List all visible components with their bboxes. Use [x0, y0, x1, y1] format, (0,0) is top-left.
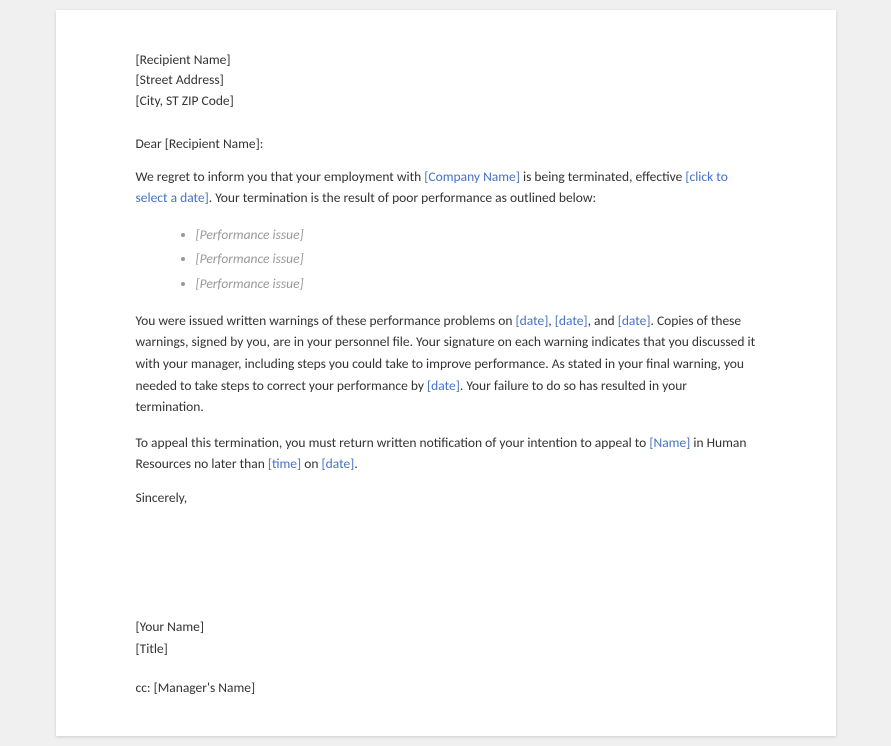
- company-name-link[interactable]: [Company Name]: [424, 168, 520, 185]
- performance-issues-list: [Performance issue] [Performance issue] …: [196, 223, 756, 296]
- warning-date1-link[interactable]: [date]: [516, 312, 549, 329]
- cc-manager-name: [Manager's Name]: [154, 679, 256, 696]
- para1-between: is being terminated, effective: [520, 168, 685, 185]
- warning-date3-link[interactable]: [date]: [618, 312, 651, 329]
- para1-before-company: We regret to inform you that your employ…: [136, 168, 425, 185]
- paragraph-appeal: To appeal this termination, you must ret…: [136, 432, 756, 475]
- paragraph-warnings: You were issued written warnings of thes…: [136, 310, 756, 418]
- signer-name: [Your Name]: [136, 616, 756, 638]
- para2-and: , and: [588, 312, 618, 329]
- city-state-zip-line: [City, ST ZIP Code]: [136, 91, 756, 111]
- salutation: Dear [Recipient Name]:: [136, 135, 756, 152]
- recipient-name-line: [Recipient Name]: [136, 50, 756, 70]
- warning-date2-link[interactable]: [date]: [555, 312, 588, 329]
- list-item: [Performance issue]: [196, 272, 756, 296]
- address-block: [Recipient Name] [Street Address] [City,…: [136, 50, 756, 111]
- para3-on: on: [301, 455, 321, 472]
- para3-end: .: [354, 455, 357, 472]
- appeal-time-link[interactable]: [time]: [268, 455, 301, 472]
- signature-block: [Your Name] [Title]: [136, 616, 756, 659]
- appeal-date-link[interactable]: [date]: [322, 455, 355, 472]
- sincerely-text: Sincerely,: [136, 489, 756, 506]
- document: [Recipient Name] [Street Address] [City,…: [56, 10, 836, 736]
- para1-after: . Your termination is the result of poor…: [209, 189, 596, 206]
- list-item: [Performance issue]: [196, 247, 756, 271]
- list-item: [Performance issue]: [196, 223, 756, 247]
- cc-label: cc:: [136, 679, 154, 696]
- street-address-line: [Street Address]: [136, 70, 756, 90]
- signature-space: [136, 566, 756, 616]
- hr-name-link[interactable]: [Name]: [649, 434, 690, 451]
- paragraph-termination: We regret to inform you that your employ…: [136, 166, 756, 209]
- cc-line: cc: [Manager's Name]: [136, 679, 756, 696]
- signer-title: [Title]: [136, 638, 756, 660]
- para3-before-name: To appeal this termination, you must ret…: [136, 434, 650, 451]
- warning-date4-link[interactable]: [date]: [427, 377, 460, 394]
- para2-before-dates: You were issued written warnings of thes…: [136, 312, 516, 329]
